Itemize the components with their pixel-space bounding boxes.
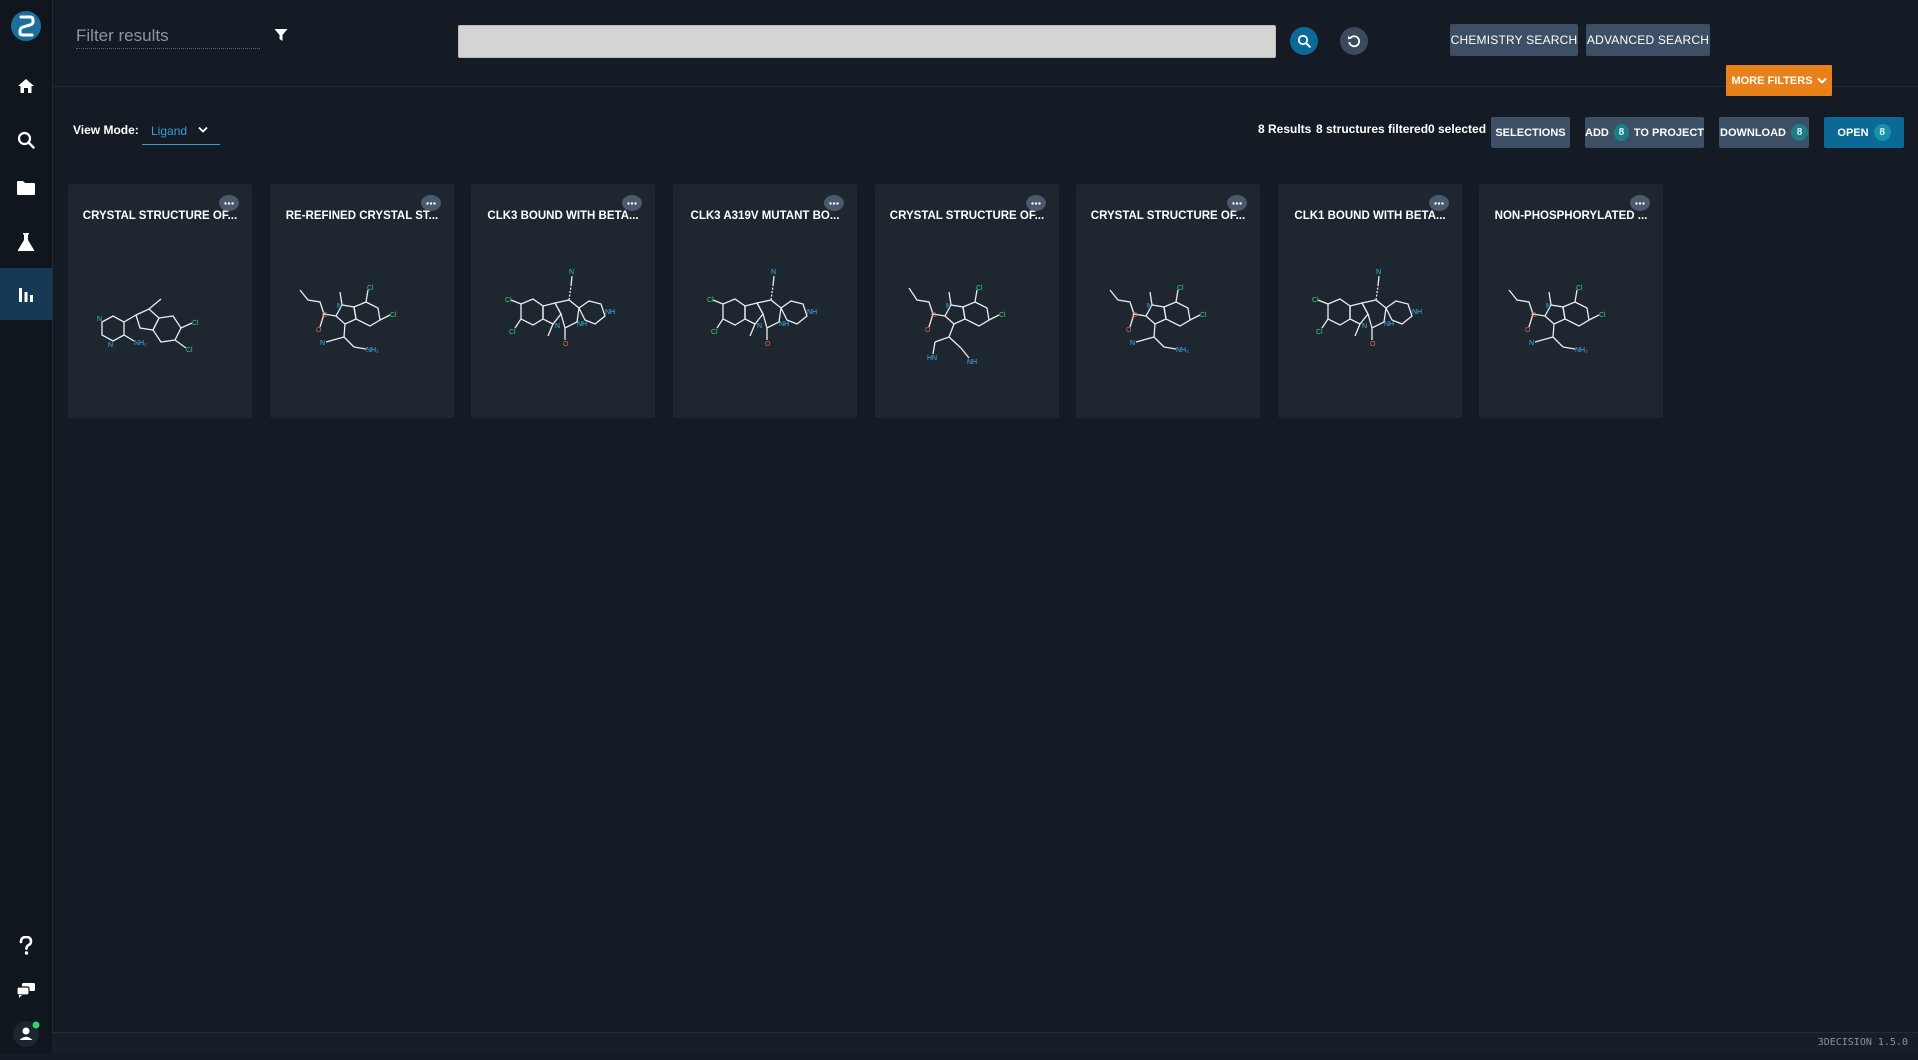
to-project-label: TO PROJECT	[1633, 126, 1704, 139]
view-mode-label: View Mode:	[73, 123, 139, 137]
download-button[interactable]: DOWNLOAD 8	[1719, 117, 1809, 148]
molecule-structure	[1109, 284, 1208, 355]
more-options-icon[interactable]	[1429, 195, 1449, 211]
reset-button[interactable]	[1340, 27, 1368, 55]
main-search-input[interactable]	[458, 25, 1276, 58]
search-button[interactable]	[1290, 27, 1318, 55]
molecule-structure	[1311, 268, 1423, 349]
home-icon[interactable]	[0, 60, 52, 112]
chevron-down-icon	[198, 126, 208, 133]
add-label: ADD	[1585, 126, 1609, 139]
folder-icon[interactable]	[0, 162, 52, 214]
chemistry-search-button[interactable]: CHEMISTRY SEARCH	[1450, 24, 1578, 56]
more-options-icon[interactable]	[219, 195, 239, 211]
filter-results-input[interactable]	[76, 24, 260, 49]
molecule-structure	[96, 298, 200, 355]
result-card[interactable]: CRYSTAL STRUCTURE OF...	[875, 184, 1059, 418]
result-card[interactable]: RE-REFINED CRYSTAL ST...	[270, 184, 454, 418]
more-options-icon[interactable]	[421, 195, 441, 211]
view-mode-select[interactable]: Ligand	[142, 118, 220, 145]
card-title: CRYSTAL STRUCTURE OF...	[1090, 210, 1246, 222]
version-label: 3DECISION 1.5.0	[1817, 1037, 1908, 1048]
flask-icon[interactable]	[0, 216, 52, 268]
add-count-badge: 8	[1613, 124, 1629, 141]
result-card[interactable]: CLK3 A319V MUTANT BO...	[673, 184, 857, 418]
user-icon[interactable]	[0, 1008, 52, 1060]
top-bar: CHEMISTRY SEARCH ADVANCED SEARCH	[52, 0, 1918, 87]
download-label: DOWNLOAD	[1720, 126, 1786, 139]
filter-icon[interactable]	[274, 28, 288, 47]
card-title: CRYSTAL STRUCTURE OF...	[82, 210, 238, 222]
open-count-badge: 8	[1873, 124, 1891, 141]
bar-chart-icon[interactable]	[0, 268, 52, 320]
molecule-structure	[504, 268, 616, 349]
card-title: CLK3 A319V MUTANT BO...	[690, 210, 840, 222]
reset-icon	[1348, 35, 1361, 48]
results-count: 8 Results	[1258, 122, 1312, 136]
molecule-structure	[908, 284, 1007, 367]
advanced-search-button[interactable]: ADVANCED SEARCH	[1586, 24, 1710, 56]
more-options-icon[interactable]	[1630, 195, 1650, 211]
selections-button[interactable]: SELECTIONS	[1491, 117, 1570, 148]
download-count-badge: 8	[1791, 124, 1808, 141]
more-filters-button[interactable]: MORE FILTERS	[1726, 65, 1832, 96]
card-title: CLK3 BOUND WITH BETA...	[487, 210, 639, 222]
result-card[interactable]: CLK1 BOUND WITH BETA...	[1278, 184, 1462, 418]
molecule-structure	[706, 268, 818, 349]
footer: 3DECISION 1.5.0	[52, 1032, 1918, 1054]
card-title: RE-REFINED CRYSTAL ST...	[285, 210, 439, 222]
search-icon	[1297, 34, 1311, 48]
more-options-icon[interactable]	[824, 195, 844, 211]
more-options-icon[interactable]	[622, 195, 642, 211]
more-options-icon[interactable]	[1227, 195, 1247, 211]
structures-filtered-count: 8 structures filtered	[1316, 122, 1429, 136]
view-mode-value: Ligand	[151, 124, 188, 138]
left-sidebar	[0, 0, 53, 1053]
open-label: OPEN	[1837, 126, 1869, 139]
card-title: CLK1 BOUND WITH BETA...	[1294, 210, 1446, 222]
more-filters-label: MORE FILTERS	[1731, 74, 1813, 87]
add-to-project-button[interactable]: ADD 8 TO PROJECT	[1585, 117, 1704, 148]
card-title: CRYSTAL STRUCTURE OF...	[889, 210, 1045, 222]
open-button[interactable]: OPEN 8	[1824, 117, 1904, 148]
card-title: NON-PHOSPHORYLATED ...	[1494, 210, 1648, 222]
result-card[interactable]: NON-PHOSPHORYLATED ...	[1479, 184, 1663, 418]
more-options-icon[interactable]	[1026, 195, 1046, 211]
result-card[interactable]: CRYSTAL STRUCTURE OF...	[68, 184, 252, 418]
result-card[interactable]: CRYSTAL STRUCTURE OF...	[1076, 184, 1260, 418]
chevron-down-icon	[1816, 77, 1827, 84]
selected-count: 0 selected	[1428, 122, 1487, 136]
molecule-structure	[1508, 284, 1607, 355]
search-icon[interactable]	[0, 114, 52, 166]
result-card[interactable]: CLK3 BOUND WITH BETA...	[471, 184, 655, 418]
molecule-structure	[299, 284, 398, 355]
logo-icon[interactable]	[10, 8, 42, 44]
